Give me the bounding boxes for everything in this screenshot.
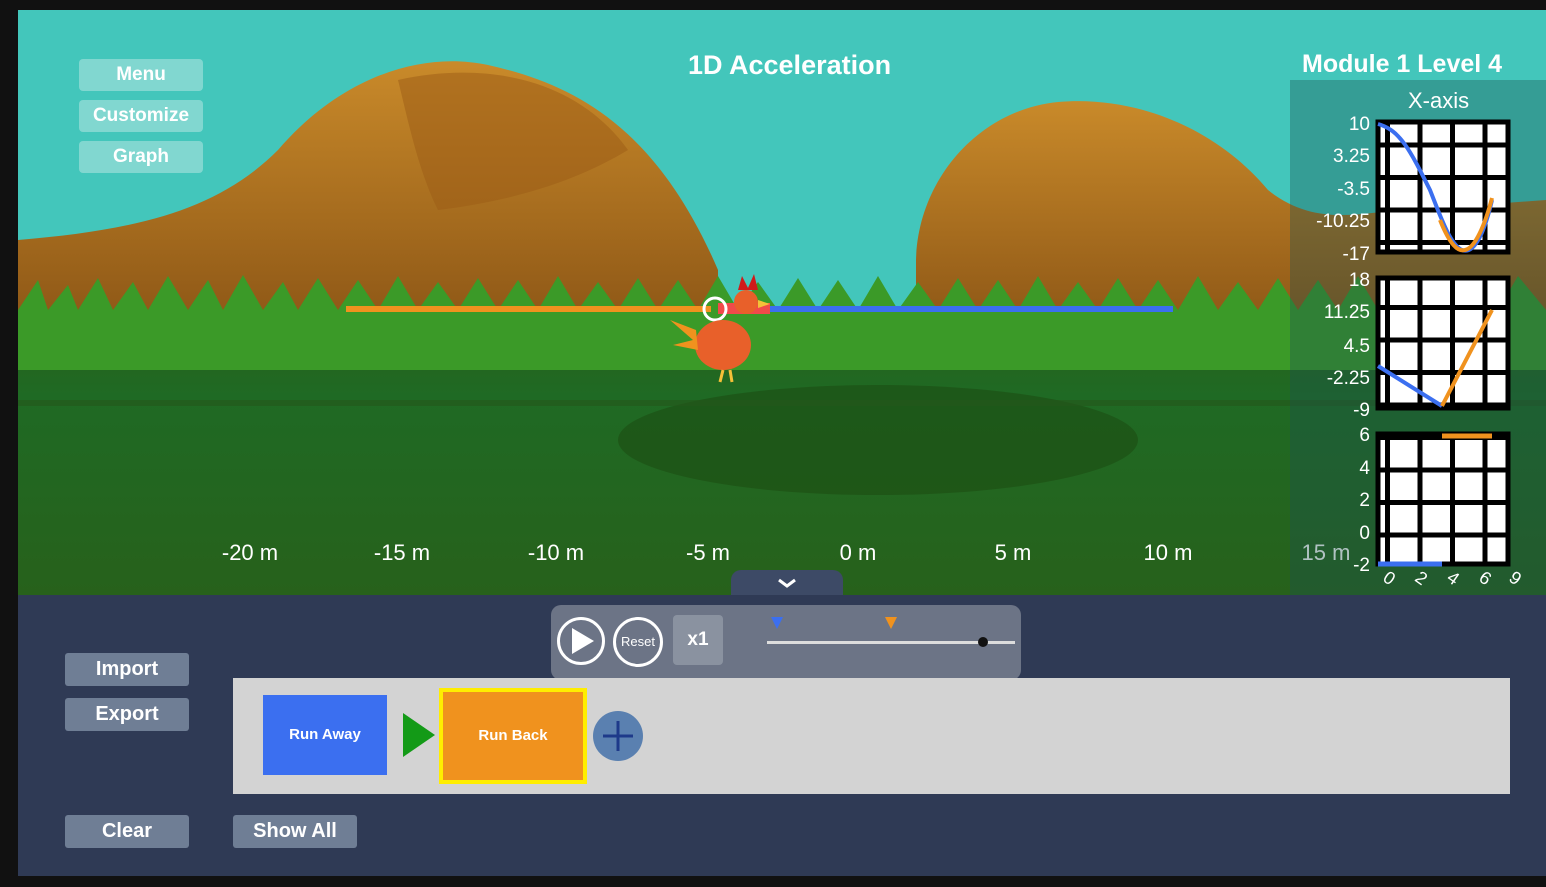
scrubber-handle[interactable] — [978, 637, 988, 647]
level-label: Module 1 Level 4 — [1302, 50, 1503, 78]
axis-label: 5 m — [994, 540, 1032, 565]
action-timeline: Run Away Run Back — [233, 678, 1510, 794]
position-graph — [1375, 119, 1511, 255]
run-away-block[interactable]: Run Away — [263, 695, 387, 775]
axis-label: -10 m — [527, 540, 585, 565]
clear-button[interactable]: Clear — [65, 815, 189, 848]
timeline-scrubber[interactable] — [761, 611, 1021, 671]
motion-graphs — [1375, 119, 1511, 567]
add-action-button[interactable] — [593, 711, 643, 761]
play-icon — [572, 628, 594, 654]
customize-button[interactable]: Customize — [79, 100, 203, 132]
graph-panel[interactable]: X-axis 10 3.25 -3.5 -10.25 -17 18 11.25 … — [1290, 80, 1546, 595]
collapse-tab[interactable] — [731, 570, 843, 598]
run-back-block[interactable]: Run Back — [439, 688, 587, 784]
import-button[interactable]: Import — [65, 653, 189, 686]
chevron-down-icon — [778, 578, 796, 588]
play-arrow-icon — [403, 713, 435, 757]
playback-bar: Reset x1 — [551, 605, 1021, 680]
velocity-graph — [1375, 275, 1511, 411]
page-title: 1D Acceleration — [688, 50, 892, 80]
acceleration-graph — [1375, 431, 1511, 567]
axis-label: -15 m — [373, 540, 431, 565]
run-away-marker-icon — [771, 617, 783, 629]
run-away-path — [718, 306, 1173, 312]
reset-label: Reset — [621, 634, 655, 649]
run-back-marker-icon — [885, 617, 897, 629]
axis-label: -5 m — [686, 540, 730, 565]
axis-label: -20 m — [221, 540, 279, 565]
speed-button[interactable]: x1 — [673, 615, 723, 665]
plus-icon — [603, 721, 633, 751]
play-button[interactable] — [557, 617, 605, 665]
graph-button[interactable]: Graph — [79, 141, 203, 173]
reset-button[interactable]: Reset — [613, 617, 663, 667]
axis-label: 0 m — [839, 540, 877, 565]
axis-label: 10 m — [1143, 540, 1193, 565]
game-window: 1D Acceleration Module 1 Level 4 Menu Cu… — [18, 10, 1546, 876]
scene: 1D Acceleration Module 1 Level 4 Menu Cu… — [18, 10, 1546, 595]
menu-button[interactable]: Menu — [79, 59, 203, 91]
run-back-path — [346, 306, 711, 312]
show-all-button[interactable]: Show All — [233, 815, 357, 848]
export-button[interactable]: Export — [65, 698, 189, 731]
